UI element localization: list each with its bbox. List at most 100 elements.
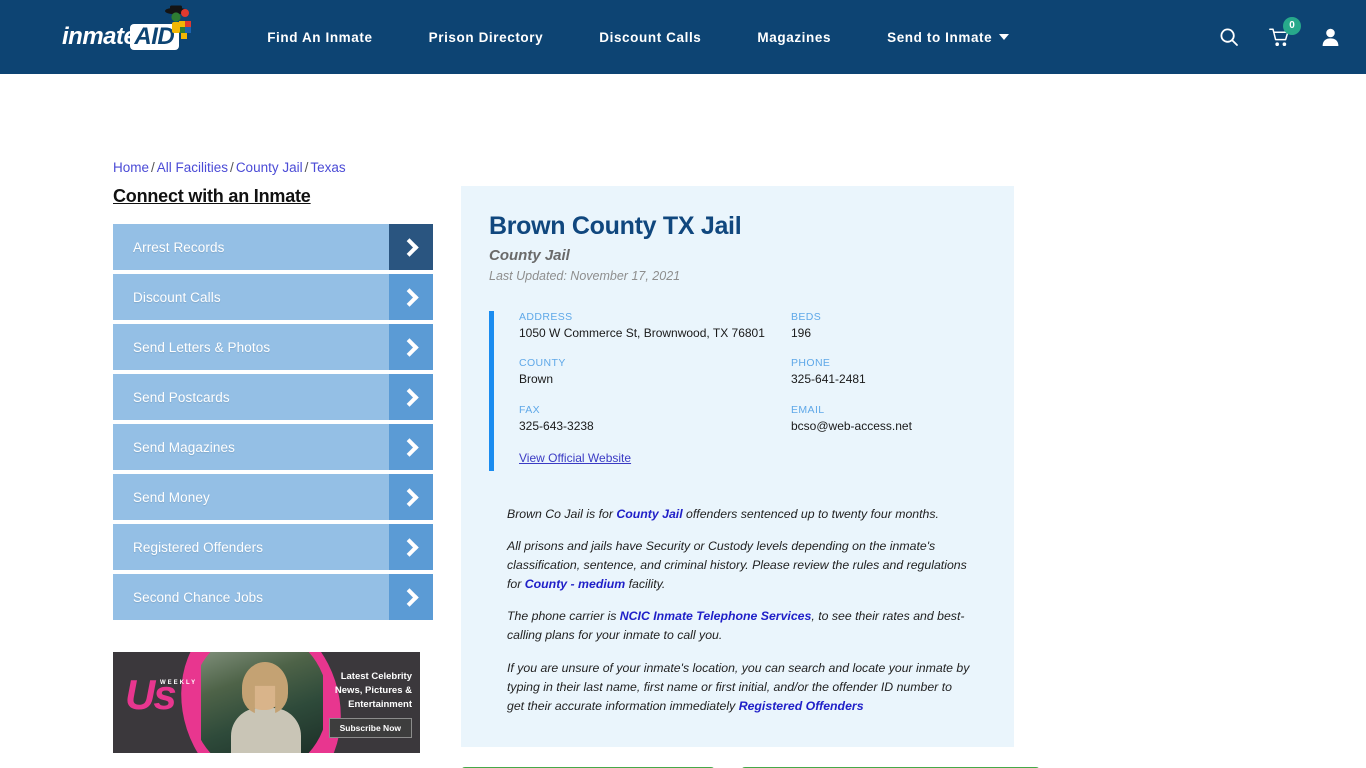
breadcrumb-item-home[interactable]: Home — [113, 160, 149, 175]
desc-p2-text-b: facility. — [625, 577, 666, 592]
chevron-right-icon — [389, 374, 433, 420]
chevron-right-icon — [389, 324, 433, 370]
nav-item-discount-calls[interactable]: Discount Calls — [571, 30, 729, 45]
desc-p3-text-a: The phone carrier is — [507, 609, 620, 624]
info-label: PHONE — [791, 357, 831, 370]
description-paragraph-4: If you are unsure of your inmate's locat… — [507, 659, 972, 717]
info-label: FAX — [519, 403, 541, 416]
info-value: 196 — [791, 325, 812, 340]
cart-count-badge: 0 — [1283, 16, 1301, 35]
info-field-address: ADDRESS 1050 W Commerce St, Brownwood, T… — [519, 311, 791, 342]
ad-copy-block: Latest Celebrity News, Pictures & Entert… — [306, 670, 412, 739]
info-field-phone: PHONE 325-641-2481 — [791, 357, 986, 388]
account-button[interactable] — [1321, 27, 1340, 47]
nav-item-magazines[interactable]: Magazines — [729, 30, 859, 45]
desc-p1-link-county-jail[interactable]: County Jail — [616, 507, 682, 521]
facility-description: Brown Co Jail is for County Jail offende… — [489, 505, 986, 717]
nav-item-find-an-inmate[interactable]: Find An Inmate — [239, 30, 400, 45]
sidebar-item-send-magazines[interactable]: Send Magazines — [113, 424, 433, 470]
sidebar-item-label: Send Magazines — [133, 439, 235, 455]
description-paragraph-2: All prisons and jails have Security or C… — [507, 537, 972, 595]
main-navigation: Find An Inmate Prison Directory Discount… — [239, 0, 1201, 74]
ad-headline-line1: Latest Celebrity — [340, 671, 412, 682]
chevron-right-icon — [389, 224, 433, 270]
ad-brand-sublabel: WEEKLY — [160, 680, 198, 686]
main-content: Brown County TX Jail County Jail Last Up… — [461, 186, 1041, 768]
chevron-down-icon — [999, 34, 1010, 40]
chevron-right-icon — [389, 424, 433, 470]
desc-p4-link-registered-offenders[interactable]: Registered Offenders — [739, 699, 864, 713]
chevron-right-icon — [389, 574, 433, 620]
facility-card: Brown County TX Jail County Jail Last Up… — [461, 186, 1014, 748]
user-account-icon — [1322, 28, 1339, 46]
desc-p1-text-a: Brown Co Jail is for — [507, 506, 617, 521]
sidebar-item-second-chance-jobs[interactable]: Second Chance Jobs — [113, 574, 433, 620]
site-logo[interactable]: inmate AID — [62, 5, 192, 60]
view-official-website-link[interactable]: View Official Website — [519, 451, 631, 465]
nav-item-send-to-inmate-label: Send to Inmate — [887, 29, 993, 45]
sidebar-item-discount-calls[interactable]: Discount Calls — [113, 274, 433, 320]
info-value: bcso@web-access.net — [791, 418, 912, 433]
sidebar-item-label: Send Money — [133, 489, 210, 505]
content-row: Connect with an Inmate Arrest Records Di… — [113, 74, 1041, 768]
nav-item-prison-directory[interactable]: Prison Directory — [401, 30, 572, 45]
info-label: COUNTY — [519, 357, 566, 370]
ad-headline-line2: News, Pictures & — [334, 684, 412, 696]
facility-info-grid: ADDRESS 1050 W Commerce St, Brownwood, T… — [519, 311, 986, 435]
breadcrumb: Home / All Facilities / County Jail / Texas — [113, 160, 346, 175]
cart-button[interactable]: 0 — [1269, 16, 1301, 48]
desc-p3-link-ncic[interactable]: NCIC Inmate Telephone Services — [620, 609, 812, 623]
page-title: Brown County TX Jail — [489, 212, 742, 240]
desc-p2-link-county-medium[interactable]: County - medium — [525, 577, 625, 591]
breadcrumb-separator-3: / — [304, 160, 309, 175]
info-field-beds: BEDS 196 — [791, 311, 986, 342]
sidebar-item-registered-offenders[interactable]: Registered Offenders — [113, 524, 433, 570]
breadcrumb-separator-1: / — [151, 160, 155, 175]
sidebar-item-label: Send Postcards — [133, 389, 230, 405]
sidebar-item-label: Discount Calls — [133, 289, 221, 305]
chevron-right-icon — [389, 524, 433, 570]
sidebar-item-label: Send Letters & Photos — [133, 339, 271, 355]
info-value: 325-643-3238 — [519, 418, 594, 433]
desc-p1-text-b: offenders sentenced up to twenty four mo… — [682, 506, 939, 521]
info-field-fax: FAX 325-643-3238 — [519, 404, 791, 435]
info-field-email: EMAIL bcso@web-access.net — [791, 404, 986, 435]
sidebar-item-label: Registered Offenders — [133, 539, 264, 555]
ad-photo — [201, 652, 323, 753]
sidebar-item-label: Second Chance Jobs — [133, 589, 264, 605]
sidebar-item-arrest-records[interactable]: Arrest Records — [113, 224, 433, 270]
breadcrumb-item-county-jail[interactable]: County Jail — [236, 160, 303, 175]
site-header: inmate AID Find An Inmate Prison Director… — [0, 0, 1366, 74]
logo-text-inmate: inmate — [62, 23, 137, 50]
inmate-mascot-icon — [165, 5, 192, 39]
breadcrumb-item-all-facilities[interactable]: All Facilities — [157, 160, 228, 175]
description-paragraph-3: The phone carrier is NCIC Inmate Telepho… — [507, 607, 972, 645]
advertisement-banner[interactable]: Us WEEKLY Latest Celebrity News, Picture… — [113, 652, 420, 753]
ad-headline-line3: Entertainment — [348, 698, 412, 710]
ad-subscribe-button[interactable]: Subscribe Now — [328, 718, 412, 739]
ad-photo-body — [231, 708, 301, 753]
sidebar-item-send-money[interactable]: Send Money — [113, 474, 433, 520]
sidebar: Connect with an Inmate Arrest Records Di… — [113, 186, 433, 768]
chevron-right-icon — [389, 474, 433, 520]
chevron-right-icon — [389, 274, 433, 320]
sidebar-item-send-letters-photos[interactable]: Send Letters & Photos — [113, 324, 433, 370]
header-icon-group: 0 — [1219, 16, 1340, 48]
search-button[interactable] — [1219, 27, 1239, 47]
page-body: Home / All Facilities / County Jail / Texas Co… — [0, 74, 1366, 768]
info-field-county: COUNTY Brown — [519, 357, 791, 388]
sidebar-item-label: Arrest Records — [133, 239, 225, 255]
nav-item-send-to-inmate[interactable]: Send to Inmate — [859, 30, 1037, 45]
info-label: EMAIL — [791, 403, 825, 416]
sidebar-item-send-postcards[interactable]: Send Postcards — [113, 374, 433, 420]
sidebar-title: Connect with an Inmate — [113, 186, 311, 206]
info-value: 325-641-2481 — [791, 372, 866, 387]
breadcrumb-item-texas[interactable]: Texas — [310, 160, 345, 175]
info-value: 1050 W Commerce St, Brownwood, TX 76801 — [519, 325, 765, 340]
info-label: BEDS — [791, 310, 822, 323]
description-paragraph-1: Brown Co Jail is for County Jail offende… — [507, 505, 972, 524]
facility-last-updated: Last Updated: November 17, 2021 — [489, 268, 681, 283]
info-label: ADDRESS — [519, 310, 573, 323]
breadcrumb-separator-2: / — [230, 160, 234, 175]
facility-type: County Jail — [489, 246, 570, 264]
